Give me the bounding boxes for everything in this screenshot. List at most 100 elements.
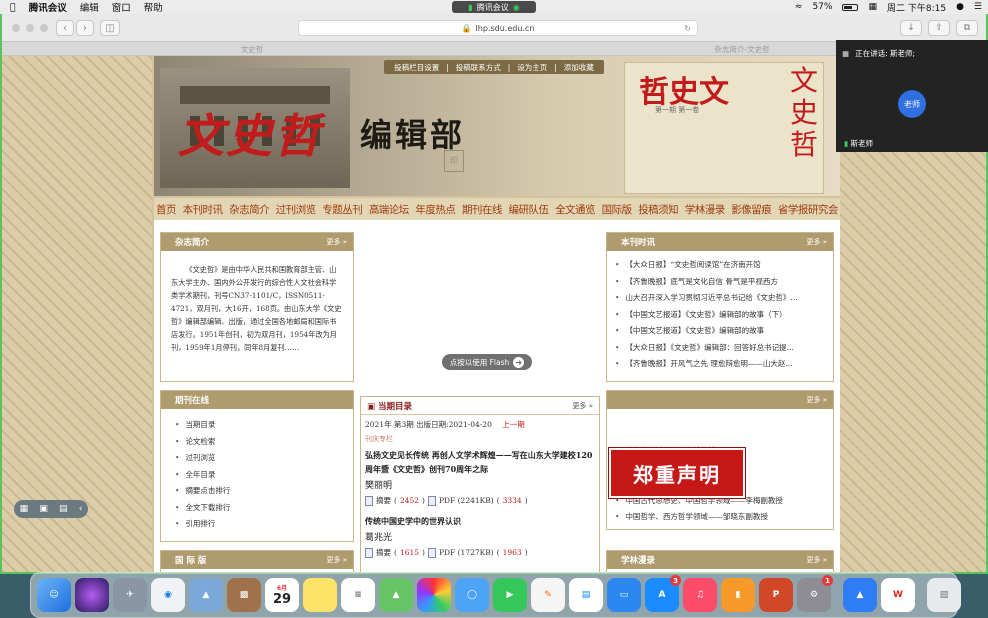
nav-journal-online[interactable]: 期刊在线: [462, 202, 503, 217]
reload-icon[interactable]: ↻: [684, 24, 691, 33]
intl-more-link[interactable]: 更多 »: [326, 555, 347, 565]
system-preferences-icon[interactable]: ⚙ 1: [797, 575, 833, 612]
nav-international[interactable]: 国际版: [602, 202, 633, 217]
nav-full-text[interactable]: 全文通览: [555, 202, 596, 217]
numbers-icon[interactable]: ▤: [569, 578, 603, 612]
trash-icon[interactable]: ▧: [927, 578, 961, 612]
collapse-icon[interactable]: ‹: [79, 504, 83, 514]
photos-icon[interactable]: [417, 578, 451, 612]
photo-preview-icon[interactable]: ▲: [189, 578, 223, 612]
xuelin-more-link[interactable]: 更多 »: [806, 555, 827, 565]
address-bar[interactable]: 🔒 lhp.sdu.edu.cn ↻: [298, 20, 698, 36]
maps-icon[interactable]: ▲: [379, 578, 413, 612]
news-item[interactable]: 【齐鲁晚报】开风气之先 理愈辩愈明——山大赵...: [615, 356, 833, 373]
reminders-icon[interactable]: ≡: [341, 578, 375, 612]
link-submission-contact[interactable]: 投稿联系方式: [456, 62, 501, 73]
abstract-link[interactable]: 摘要: [376, 495, 391, 506]
previous-issue-link[interactable]: 上一期: [502, 420, 525, 429]
notes-icon[interactable]: [303, 578, 337, 612]
zoom-window-button[interactable]: [40, 24, 48, 32]
flash-placeholder-button[interactable]: 点按以使用 Flash ➜: [442, 354, 532, 370]
tab-intro[interactable]: 杂志简介-文史哲: [682, 44, 802, 55]
news-more-link[interactable]: 更多 »: [806, 237, 827, 247]
books-icon[interactable]: ▮: [721, 578, 755, 612]
close-window-button[interactable]: [12, 24, 20, 32]
nav-intro[interactable]: 杂志简介: [229, 202, 270, 217]
pdf-link[interactable]: PDF (2241KB): [439, 496, 494, 505]
current-more-link[interactable]: 更多 »: [572, 401, 593, 411]
nav-annual-hotspots[interactable]: 年度热点: [415, 202, 456, 217]
participant-avatar[interactable]: 老师: [898, 90, 926, 118]
contacts-icon[interactable]: ▩: [227, 578, 261, 612]
nav-special-series[interactable]: 专题丛刊: [322, 202, 363, 217]
online-item-current[interactable]: 当期目录: [175, 417, 353, 434]
siri-icon[interactable]: ●: [956, 2, 964, 12]
apple-icon[interactable]: : [10, 2, 16, 13]
link-set-homepage[interactable]: 设为主页: [517, 62, 547, 73]
expert-item[interactable]: 中国哲学、西方哲学领域——邹晓东副教授: [615, 509, 833, 526]
news-item[interactable]: 山大召开深入学习贯彻习近平总书记给《文史哲》...: [615, 290, 833, 307]
menu-window[interactable]: 窗口: [112, 0, 131, 14]
app-store-icon[interactable]: A3: [645, 575, 681, 612]
nav-home[interactable]: 首页: [156, 202, 177, 217]
tab-home[interactable]: 文史哲: [202, 44, 302, 55]
article-title[interactable]: 弘扬文史见长传统 再创人文学术辉煌——写在山东大学建校120周年暨《文史哲》创刊…: [365, 448, 595, 476]
news-item[interactable]: 【大众日报】“文史哲阅读馆”在济南开馆: [615, 257, 833, 274]
menu-app-name[interactable]: 腾讯会议: [29, 0, 67, 14]
keynote-icon[interactable]: ▭: [607, 578, 641, 612]
download-icon[interactable]: ↓: [900, 20, 922, 36]
control-center-icon[interactable]: ☰: [974, 2, 982, 12]
nav-xuelin[interactable]: 学林漫录: [685, 202, 726, 217]
music-icon[interactable]: ♫: [683, 578, 717, 612]
declaration-banner[interactable]: 郑重声明: [608, 447, 746, 499]
intro-more-link[interactable]: 更多 »: [326, 237, 347, 247]
siri-app-icon[interactable]: [75, 578, 109, 612]
nav-images[interactable]: 影像留痕: [731, 202, 772, 217]
menu-clock[interactable]: 周二 下午8:15: [887, 1, 946, 14]
nav-submission-guide[interactable]: 投稿须知: [638, 202, 679, 217]
chat-icon[interactable]: ▤: [59, 504, 68, 514]
online-item-past[interactable]: 过刊浏览: [175, 450, 353, 467]
online-item-abstract-rank[interactable]: 摘要点击排行: [175, 483, 353, 500]
grid-view-icon[interactable]: ▦: [20, 504, 29, 514]
sidebar-icon[interactable]: ◫: [100, 20, 120, 36]
online-item-search[interactable]: 论文检索: [175, 434, 353, 451]
online-item-download-rank[interactable]: 全文下载排行: [175, 500, 353, 517]
screen-share-icon[interactable]: ▣: [39, 504, 48, 514]
finder-icon[interactable]: ☺: [37, 578, 71, 612]
experts-more-link[interactable]: 更多 »: [806, 395, 827, 405]
tabs-overview-icon[interactable]: ⧉: [956, 20, 978, 36]
powerpoint-icon[interactable]: P: [759, 578, 793, 612]
meeting-status-pill[interactable]: ▮ 腾讯会议 ◉: [452, 1, 536, 13]
battery-icon[interactable]: [842, 3, 859, 11]
online-item-annual[interactable]: 全年目录: [175, 467, 353, 484]
link-add-favorite[interactable]: 添加收藏: [564, 62, 594, 73]
nav-news[interactable]: 本刊时讯: [183, 202, 224, 217]
news-item[interactable]: 【齐鲁晚报】底气是文化自信 骨气是平视西方: [615, 274, 833, 291]
pdf-link[interactable]: PDF (1727KB): [439, 548, 494, 557]
wps-icon[interactable]: W: [881, 578, 915, 612]
wifi-icon[interactable]: ≈: [795, 2, 803, 12]
share-icon[interactable]: ⇧: [928, 20, 950, 36]
safari-icon[interactable]: ◉: [151, 578, 185, 612]
nav-editorial-team[interactable]: 编研队伍: [509, 202, 550, 217]
news-item[interactable]: 【中国文艺报道】《文史哲》编辑部的故事: [615, 323, 833, 340]
tencent-meeting-icon[interactable]: ▲: [843, 578, 877, 612]
news-item[interactable]: 【大众日报】《文史哲》编辑部：回答好总书记提...: [615, 340, 833, 357]
calendar-icon[interactable]: 6月 29: [265, 578, 299, 612]
facetime-icon[interactable]: ▶: [493, 578, 527, 612]
news-item[interactable]: 【中国文艺报道】《文史哲》编辑部的故事（下）: [615, 307, 833, 324]
link-submission-columns[interactable]: 投稿栏目设置: [394, 62, 439, 73]
article-title[interactable]: 传统中国史学中的世界认识: [365, 514, 595, 528]
nav-past-issues[interactable]: 过刊浏览: [276, 202, 317, 217]
online-item-citation-rank[interactable]: 引用排行: [175, 516, 353, 533]
launchpad-icon[interactable]: ✈: [113, 578, 147, 612]
nav-forum[interactable]: 高端论坛: [369, 202, 410, 217]
freeform-icon[interactable]: ✎: [531, 578, 565, 612]
abstract-link[interactable]: 摘要: [376, 547, 391, 558]
input-method-icon[interactable]: ▦: [868, 2, 877, 12]
menu-help[interactable]: 帮助: [144, 0, 163, 14]
minimize-window-button[interactable]: [26, 24, 34, 32]
forward-button[interactable]: ›: [76, 20, 94, 36]
messages-icon[interactable]: ◯: [455, 578, 489, 612]
